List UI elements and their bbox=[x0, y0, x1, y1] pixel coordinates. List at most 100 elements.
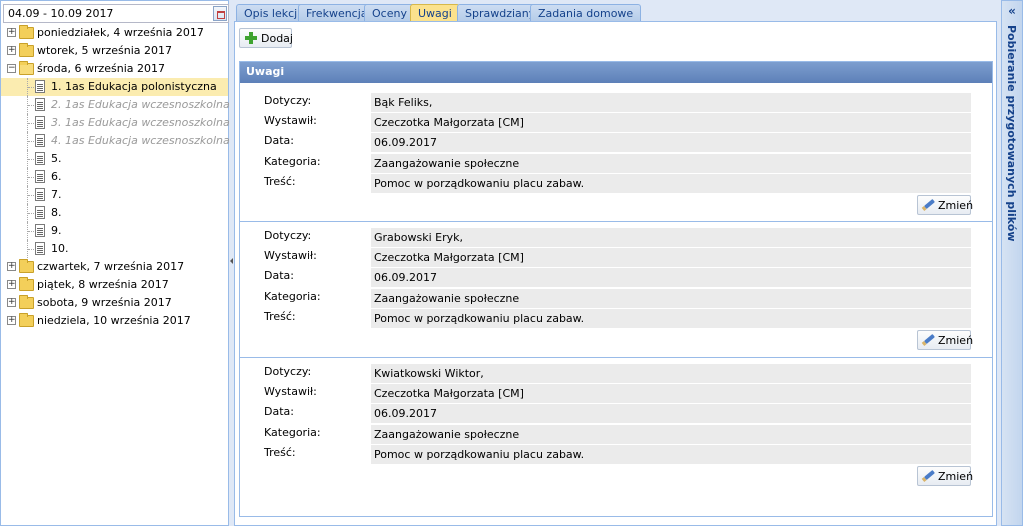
field-label: Kategoria: bbox=[264, 290, 321, 303]
left-panel: 04.09 - 10.09 2017 + poniedziałek, 4 wrz… bbox=[0, 0, 230, 526]
tree-lesson-node[interactable]: 1. 1as Edukacja polonistyczna bbox=[1, 78, 228, 96]
edit-button-label: Zmień bbox=[938, 334, 974, 347]
edit-button-label: Zmień bbox=[938, 199, 974, 212]
field-value: 06.09.2017 bbox=[371, 404, 971, 423]
tab-bar: Opis lekcji Frekwencja Oceny Uwagi Spraw… bbox=[234, 4, 997, 22]
field-label: Data: bbox=[264, 405, 294, 418]
note-row-tresc: Treść: Pomoc w porządkowaniu placu zabaw… bbox=[240, 309, 992, 329]
field-value: Zaangażowanie społeczne bbox=[371, 154, 971, 173]
add-button[interactable]: Dodaj bbox=[239, 28, 293, 48]
field-value: 06.09.2017 bbox=[371, 133, 971, 152]
note-row-tresc: Treść: Pomoc w porządkowaniu placu zabaw… bbox=[240, 445, 992, 465]
field-value: Zaangażowanie społeczne bbox=[371, 425, 971, 444]
tree-lesson-node[interactable]: 10. bbox=[1, 240, 228, 258]
divider bbox=[240, 221, 992, 222]
folder-icon bbox=[19, 295, 34, 309]
field-label: Treść: bbox=[264, 175, 296, 188]
note-row-kategoria: Kategoria: Zaangażowanie społeczne bbox=[240, 425, 992, 445]
folder-icon bbox=[19, 259, 34, 273]
tree-day-node[interactable]: + poniedziałek, 4 września 2017 bbox=[1, 24, 228, 42]
note-row-wystawil: Wystawił: Czeczotka Małgorzata [CM] bbox=[240, 113, 992, 133]
field-label: Treść: bbox=[264, 310, 296, 323]
tree-lesson-label: 6. bbox=[51, 170, 62, 183]
tree-lesson-node[interactable]: 6. bbox=[1, 168, 228, 186]
note-row-data: Data: 06.09.2017 bbox=[240, 133, 992, 153]
tree-lesson-node[interactable]: 9. bbox=[1, 222, 228, 240]
tree-day-label: sobota, 9 września 2017 bbox=[37, 296, 172, 309]
field-value: Pomoc w porządkowaniu placu zabaw. bbox=[371, 309, 971, 328]
field-label: Dotyczy: bbox=[264, 365, 312, 378]
calendar-icon[interactable] bbox=[213, 6, 227, 21]
tree-lesson-label: 10. bbox=[51, 242, 69, 255]
tree-lesson-label: 3. 1as Edukacja wczesnoszkolna bbox=[51, 116, 230, 129]
note-row-data: Data: 06.09.2017 bbox=[240, 404, 992, 424]
tree-lesson-label: 5. bbox=[51, 152, 62, 165]
tree-lesson-node[interactable]: 4. 1as Edukacja wczesnoszkolna bbox=[1, 132, 230, 150]
expand-icon[interactable]: + bbox=[7, 28, 16, 37]
field-label: Treść: bbox=[264, 446, 296, 459]
collapse-icon[interactable]: − bbox=[7, 64, 16, 73]
field-label: Dotyczy: bbox=[264, 229, 312, 242]
field-label: Kategoria: bbox=[264, 426, 321, 439]
document-icon bbox=[35, 80, 45, 93]
downloads-panel-collapsed[interactable]: « Pobieranie przygotowanych plików bbox=[1001, 0, 1023, 526]
expand-icon[interactable]: + bbox=[7, 280, 16, 289]
tree-day-node[interactable]: + niedziela, 10 września 2017 bbox=[1, 312, 228, 330]
plus-icon bbox=[245, 32, 257, 44]
note-row-wystawil: Wystawił: Czeczotka Małgorzata [CM] bbox=[240, 248, 992, 268]
tree-lesson-label: 1. 1as Edukacja polonistyczna bbox=[51, 80, 217, 93]
tree-day-label: czwartek, 7 września 2017 bbox=[37, 260, 185, 273]
tree-day-label: poniedziałek, 4 września 2017 bbox=[37, 26, 204, 39]
double-chevron-left-icon[interactable]: « bbox=[1005, 5, 1019, 19]
edit-button[interactable]: Zmień bbox=[917, 466, 974, 486]
tree-lesson-node[interactable]: 5. bbox=[1, 150, 228, 168]
tree-day-node[interactable]: + sobota, 9 września 2017 bbox=[1, 294, 228, 312]
edit-button-label: Zmień bbox=[938, 470, 974, 483]
tree-lesson-label: 8. bbox=[51, 206, 62, 219]
tree-lesson-node[interactable]: 7. bbox=[1, 186, 228, 204]
tree-lesson-node[interactable]: 8. bbox=[1, 204, 228, 222]
notes-panel-title: Uwagi bbox=[240, 62, 992, 83]
expand-icon[interactable]: + bbox=[7, 298, 16, 307]
field-label: Wystawił: bbox=[264, 249, 317, 262]
add-button-label: Dodaj bbox=[261, 32, 293, 45]
tab-oceny[interactable]: Oceny bbox=[364, 4, 415, 22]
tab-zadania-domowe[interactable]: Zadania domowe bbox=[530, 4, 642, 22]
field-value: Kwiatkowski Wiktor, bbox=[371, 364, 971, 383]
downloads-panel-title: Pobieranie przygotowanych plików bbox=[1005, 25, 1018, 242]
note-row-dotyczy: Dotyczy: Kwiatkowski Wiktor, bbox=[240, 364, 992, 384]
field-value: Pomoc w porządkowaniu placu zabaw. bbox=[371, 445, 971, 464]
pencil-icon bbox=[924, 198, 935, 210]
tree-day-node[interactable]: + wtorek, 5 września 2017 bbox=[1, 42, 228, 60]
tree-lesson-label: 7. bbox=[51, 188, 62, 201]
tree-day-node-open[interactable]: − środa, 6 września 2017 bbox=[1, 60, 228, 78]
tree-lesson-label: 4. 1as Edukacja wczesnoszkolna bbox=[51, 134, 230, 147]
expand-icon[interactable]: + bbox=[7, 46, 16, 55]
pencil-icon bbox=[924, 469, 935, 481]
edit-button[interactable]: Zmień bbox=[917, 330, 974, 350]
note-row-wystawil: Wystawił: Czeczotka Małgorzata [CM] bbox=[240, 384, 992, 404]
field-label: Kategoria: bbox=[264, 155, 321, 168]
field-value: Czeczotka Małgorzata [CM] bbox=[371, 384, 971, 403]
tree-day-node[interactable]: + czwartek, 7 września 2017 bbox=[1, 258, 228, 276]
field-value: 06.09.2017 bbox=[371, 268, 971, 287]
document-icon bbox=[35, 134, 45, 147]
field-label: Wystawił: bbox=[264, 114, 317, 127]
edit-button[interactable]: Zmień bbox=[917, 195, 974, 215]
expand-icon[interactable]: + bbox=[7, 316, 16, 325]
document-icon bbox=[35, 206, 45, 219]
tree-lesson-node[interactable]: 2. 1as Edukacja wczesnoszkolna bbox=[1, 96, 230, 114]
field-value: Bąk Feliks, bbox=[371, 93, 971, 112]
main-area: Opis lekcji Frekwencja Oceny Uwagi Spraw… bbox=[234, 0, 997, 526]
field-value: Zaangażowanie społeczne bbox=[371, 289, 971, 308]
field-label: Data: bbox=[264, 269, 294, 282]
expand-icon[interactable]: + bbox=[7, 262, 16, 271]
tree-lesson-node[interactable]: 3. 1as Edukacja wczesnoszkolna bbox=[1, 114, 230, 132]
date-range-field[interactable]: 04.09 - 10.09 2017 bbox=[3, 4, 229, 23]
lesson-tree: + poniedziałek, 4 września 2017 + wtorek… bbox=[1, 24, 230, 330]
note-row-dotyczy: Dotyczy: Grabowski Eryk, bbox=[240, 228, 992, 248]
date-range-value: 04.09 - 10.09 2017 bbox=[8, 7, 114, 20]
tree-day-node[interactable]: + piątek, 8 września 2017 bbox=[1, 276, 228, 294]
tab-uwagi[interactable]: Uwagi bbox=[410, 4, 460, 22]
pencil-icon bbox=[924, 333, 935, 345]
